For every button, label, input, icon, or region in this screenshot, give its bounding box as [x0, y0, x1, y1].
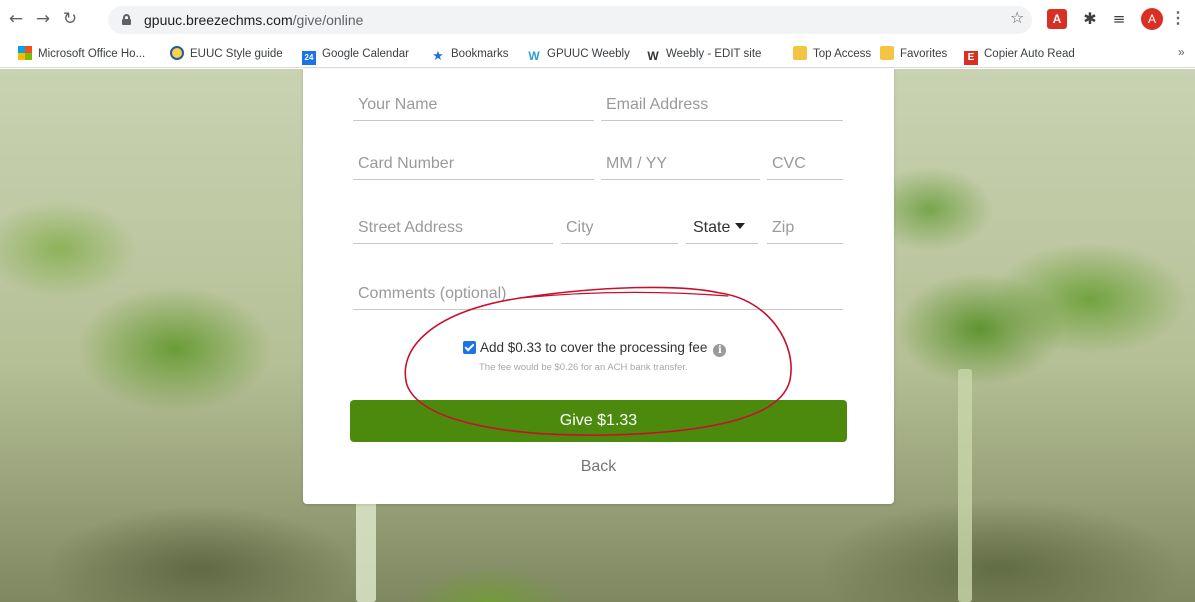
back-arrow-icon[interactable]: ← [6, 9, 26, 29]
bookmark-label: Weebly - EDIT site [666, 48, 762, 60]
city-placeholder: City [566, 219, 594, 236]
bookmark-euuc-style-guide[interactable]: EUUC Style guide [170, 46, 283, 62]
bookmark-copier-auto-read[interactable]: E Copier Auto Read [964, 46, 1075, 65]
bookmark-label: Bookmarks [451, 48, 509, 60]
bookmark-google-calendar[interactable]: 24 Google Calendar [302, 46, 409, 65]
info-icon[interactable]: i [713, 344, 727, 357]
profile-avatar[interactable]: A [1141, 8, 1163, 30]
e-icon: E [964, 51, 978, 65]
calendar-icon: 24 [302, 51, 316, 65]
browser-toolbar: ← → ↻ gpuuc.breezechms.com/give/online ☆… [0, 0, 1195, 40]
back-link[interactable]: Back [303, 458, 894, 476]
cvc-placeholder: CVC [772, 155, 806, 172]
weebly-icon: W [647, 49, 659, 63]
give-button[interactable]: Give $1.33 [350, 400, 847, 442]
bookmark-star-icon[interactable]: ☆ [1010, 8, 1024, 27]
forward-arrow-icon[interactable]: → [33, 9, 53, 29]
email-placeholder: Email Address [606, 96, 709, 113]
state-label-text: State [693, 219, 731, 236]
address-bar[interactable]: gpuuc.breezechms.com/give/online [108, 6, 1032, 34]
sprout-stem [356, 489, 376, 602]
email-field[interactable]: Email Address [601, 85, 843, 121]
bookmarks-bar: Microsoft Office Ho... EUUC Style guide … [0, 40, 1195, 68]
sprout-stem [958, 369, 972, 602]
bookmark-weebly-edit[interactable]: W Weebly - EDIT site [646, 46, 762, 63]
bookmark-label: GPUUC Weebly [547, 48, 630, 60]
name-field[interactable]: Your Name [353, 85, 594, 121]
bookmark-label: Top Access [813, 48, 872, 60]
bookmark-label: Microsoft Office Ho... [38, 48, 146, 60]
media-queue-icon[interactable]: ≡ [1109, 9, 1129, 29]
puzzle-icon[interactable]: ✱ [1080, 9, 1100, 29]
url-host: gpuuc.breezechms.com [144, 12, 293, 28]
card-number-field[interactable]: Card Number [353, 144, 594, 180]
street-address-field[interactable]: Street Address [353, 208, 553, 244]
lock-icon[interactable] [122, 14, 131, 25]
card-number-placeholder: Card Number [358, 155, 455, 172]
reload-icon[interactable]: ↻ [60, 9, 80, 29]
caret-down-icon [735, 223, 746, 229]
bookmark-top-access[interactable]: Top Access [793, 46, 871, 62]
name-placeholder: Your Name [358, 96, 438, 113]
cvc-field[interactable]: CVC [767, 144, 843, 180]
kebab-menu-icon[interactable]: ⋮ [1170, 8, 1186, 30]
bookmark-favorites[interactable]: Favorites [880, 46, 947, 62]
processing-fee-option[interactable]: Add $0.33 to cover the processing fee i [463, 340, 727, 357]
city-field[interactable]: City [561, 208, 678, 244]
bookmark-label: Favorites [900, 48, 948, 60]
processing-fee-checkbox[interactable] [463, 341, 476, 354]
weebly-icon: W [528, 49, 540, 63]
expiry-placeholder: MM / YY [606, 155, 668, 172]
bookmarks-overflow-button[interactable]: » [1178, 45, 1185, 59]
state-select[interactable]: State [686, 208, 758, 244]
comments-placeholder: Comments (optional) [358, 285, 507, 302]
donation-form-card: Your Name Email Address Card Number MM /… [303, 69, 894, 504]
url-path: /give/online [292, 12, 364, 28]
bookmark-label: EUUC Style guide [190, 48, 283, 60]
state-label: State [693, 219, 746, 237]
zip-field[interactable]: Zip [767, 208, 843, 244]
bookmark-bookmarks[interactable]: ★ Bookmarks [431, 46, 509, 64]
euuc-icon [170, 46, 184, 60]
bookmark-label: Google Calendar [322, 48, 409, 60]
folder-icon [880, 46, 894, 60]
processing-fee-label[interactable]: Add $0.33 to cover the processing fee [480, 340, 707, 355]
bookmark-gpuuc-weebly[interactable]: W GPUUC Weebly [527, 46, 630, 63]
bookmark-microsoft-office[interactable]: Microsoft Office Ho... [18, 46, 145, 62]
ach-fee-note: The fee would be $0.26 for an ACH bank t… [479, 362, 688, 373]
comments-field[interactable]: Comments (optional) [353, 274, 843, 310]
expiry-field[interactable]: MM / YY [601, 144, 760, 180]
zip-placeholder: Zip [772, 219, 795, 236]
url-text[interactable]: gpuuc.breezechms.com/give/online [144, 12, 363, 28]
acrobat-pdf-icon[interactable]: A [1047, 9, 1067, 29]
bookmark-label: Copier Auto Read [984, 48, 1075, 60]
microsoft-icon [18, 46, 32, 60]
folder-icon [793, 46, 807, 60]
star-icon: ★ [432, 49, 444, 64]
street-placeholder: Street Address [358, 219, 463, 236]
